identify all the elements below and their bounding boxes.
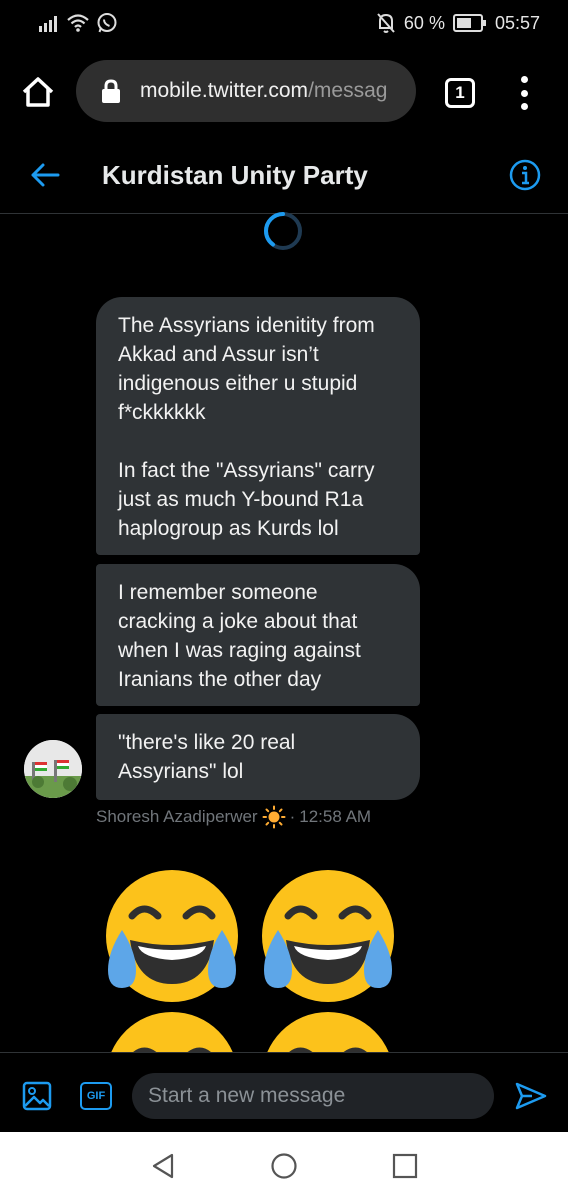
- message-bubble[interactable]: The Assyrians idenitity from Akkad and A…: [96, 297, 420, 555]
- wifi-icon: [67, 14, 89, 32]
- message-line: The Assyrians idenitity from: [118, 314, 375, 337]
- browser-menu-icon[interactable]: [512, 76, 536, 110]
- message-line: cracking a joke about that: [118, 610, 358, 633]
- message-line: Iranians the other day: [118, 668, 322, 691]
- info-icon[interactable]: [508, 158, 542, 192]
- message-line: Akkad and Assur isn’t: [118, 343, 319, 366]
- meta-separator: ·: [289, 807, 296, 826]
- message-line: just as much Y-bound R1a: [118, 488, 364, 511]
- tears-of-joy-emoji-icon: [262, 870, 394, 1002]
- message-bubble[interactable]: I remember someone cracking a joke about…: [96, 564, 420, 706]
- message-line: In fact the "Assyrians" carry: [118, 459, 375, 482]
- sender-name[interactable]: Shoresh Azadiperwer: [96, 807, 258, 827]
- clock: 05:57: [494, 12, 540, 33]
- message-line: indigenous either u stupid: [118, 372, 358, 395]
- nav-home-icon[interactable]: [270, 1152, 298, 1180]
- address-bar[interactable]: mobile.twitter.com/messag: [76, 60, 416, 122]
- loading-spinner-icon: [263, 212, 302, 250]
- image-icon[interactable]: [22, 1081, 52, 1111]
- tears-of-joy-emoji-icon: [111, 1012, 233, 1052]
- emoji-message: [0, 852, 568, 1052]
- sun-emoji-icon: [262, 805, 286, 829]
- message-input[interactable]: [132, 1073, 494, 1119]
- url-host: mobile.twitter.com: [140, 79, 309, 102]
- message-bubble[interactable]: "there's like 20 real Assyrians" lol: [96, 714, 420, 800]
- sender-avatar[interactable]: [24, 740, 82, 798]
- battery-percent: 60 %: [403, 12, 445, 33]
- battery-icon: [452, 14, 486, 32]
- tears-of-joy-emoji-icon: [106, 870, 238, 1002]
- status-bar: 60 % 05:57: [0, 0, 568, 48]
- message-line: "there's like 20 real: [118, 731, 296, 754]
- url-path: /messag: [308, 79, 388, 102]
- browser-home-icon[interactable]: [20, 74, 56, 110]
- signal-icon: [39, 16, 57, 32]
- message-line: haplogroup as Kurds lol: [118, 517, 339, 540]
- back-arrow-icon[interactable]: [28, 158, 62, 192]
- gif-button[interactable]: GIF: [80, 1082, 112, 1110]
- tab-switcher-button[interactable]: 1: [445, 78, 475, 108]
- mute-bell-icon: [377, 13, 395, 33]
- send-icon[interactable]: [514, 1081, 548, 1111]
- conversation-title: Kurdistan Unity Party: [102, 160, 368, 190]
- whatsapp-icon: [97, 13, 117, 33]
- lock-icon: [102, 79, 120, 103]
- nav-recents-icon[interactable]: [392, 1153, 418, 1179]
- url-text: mobile.twitter.com/messag: [140, 79, 387, 103]
- tears-of-joy-emoji-icon: [267, 1012, 389, 1052]
- message-line: Assyrians" lol: [118, 760, 244, 783]
- conversation-header: Kurdistan Unity Party: [0, 136, 568, 214]
- message-line: f*ckkkkkk: [118, 401, 206, 424]
- message-time: 12:58 AM: [299, 807, 372, 826]
- browser-toolbar: mobile.twitter.com/messag 1: [0, 48, 568, 136]
- message-meta: Shoresh Azadiperwer · 12:58 AM: [96, 805, 371, 829]
- message-line: when I was raging against: [118, 639, 361, 662]
- compose-bar: GIF: [0, 1052, 568, 1132]
- status-left: [38, 12, 118, 34]
- status-right: 60 % 05:57: [376, 12, 540, 34]
- avatar-image: [24, 740, 82, 798]
- system-navigation-bar: [0, 1132, 568, 1200]
- message-line: I remember someone: [118, 581, 318, 604]
- nav-back-icon[interactable]: [150, 1152, 176, 1180]
